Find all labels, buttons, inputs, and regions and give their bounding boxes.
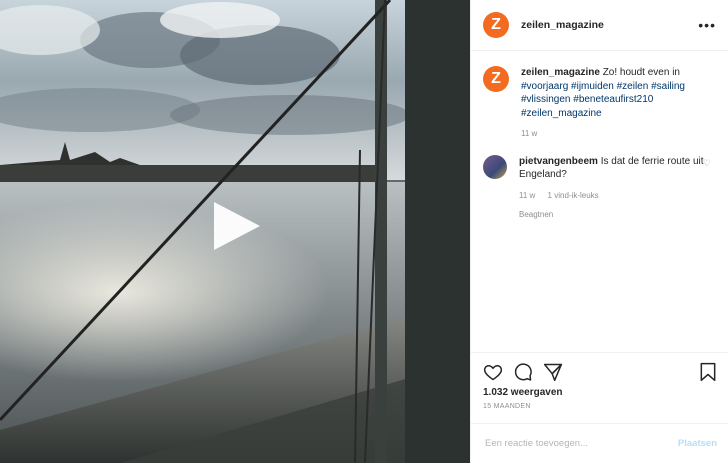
- caption-username[interactable]: zeilen_magazine: [521, 67, 600, 78]
- bookmark-icon[interactable]: [699, 362, 717, 382]
- post-comment-button[interactable]: Plaatsen: [678, 438, 717, 449]
- comment-age: 11 w: [519, 190, 536, 200]
- caption-text: zeilen_magazine Zo! houdt even in #voorj…: [521, 66, 711, 141]
- caption-hashtags[interactable]: #voorjaarg #ijmuiden #zeilen #sailing #v…: [521, 81, 685, 119]
- comment-meta: 11 w 1 vind-ik-leuks Beagtnen: [519, 189, 709, 222]
- comment-avatar[interactable]: [483, 154, 507, 179]
- comment-like-icon[interactable]: ♡: [703, 158, 711, 169]
- post-actions: 1.032 weergaven 15 MAANDEN: [471, 352, 728, 410]
- comment-text: pietvangenbeem Is dat de ferrie route ui…: [519, 155, 709, 222]
- comment-row: pietvangenbeem Is dat de ferrie route ui…: [471, 154, 728, 222]
- post-side-panel: Z zeilen_magazine ••• Z zeilen_magazine …: [470, 0, 728, 463]
- share-send-icon[interactable]: [543, 362, 563, 382]
- post-header: Z zeilen_magazine •••: [471, 0, 728, 51]
- comment-input[interactable]: [483, 437, 678, 450]
- like-heart-icon[interactable]: [483, 362, 503, 382]
- view-count[interactable]: 1.032 weergaven: [471, 385, 728, 398]
- add-comment-bar: Plaatsen: [471, 423, 728, 463]
- caption-avatar[interactable]: Z: [483, 66, 509, 92]
- caption-row: Z zeilen_magazine Zo! houdt even in #voo…: [471, 66, 728, 141]
- reply-link[interactable]: Beagtnen: [519, 208, 709, 222]
- caption-meta: 11 w: [521, 127, 711, 141]
- more-options-icon[interactable]: •••: [698, 17, 716, 33]
- caption-body: Zo! houdt even in: [602, 67, 680, 78]
- comment-bubble-icon[interactable]: [513, 362, 533, 382]
- video-media[interactable]: [0, 0, 470, 463]
- comments-list: Z zeilen_magazine Zo! houdt even in #voo…: [471, 66, 728, 222]
- post-date: 15 MAANDEN: [483, 403, 531, 410]
- avatar[interactable]: Z: [483, 12, 509, 38]
- play-icon[interactable]: [210, 200, 262, 252]
- username-link[interactable]: zeilen_magazine: [521, 19, 698, 31]
- comment-likes[interactable]: 1 vind-ik-leuks: [548, 191, 599, 200]
- comment-username[interactable]: pietvangenbeem: [519, 156, 598, 167]
- instagram-post: Z zeilen_magazine ••• Z zeilen_magazine …: [0, 0, 728, 463]
- action-icons: [471, 359, 728, 385]
- caption-age: 11 w: [521, 129, 538, 138]
